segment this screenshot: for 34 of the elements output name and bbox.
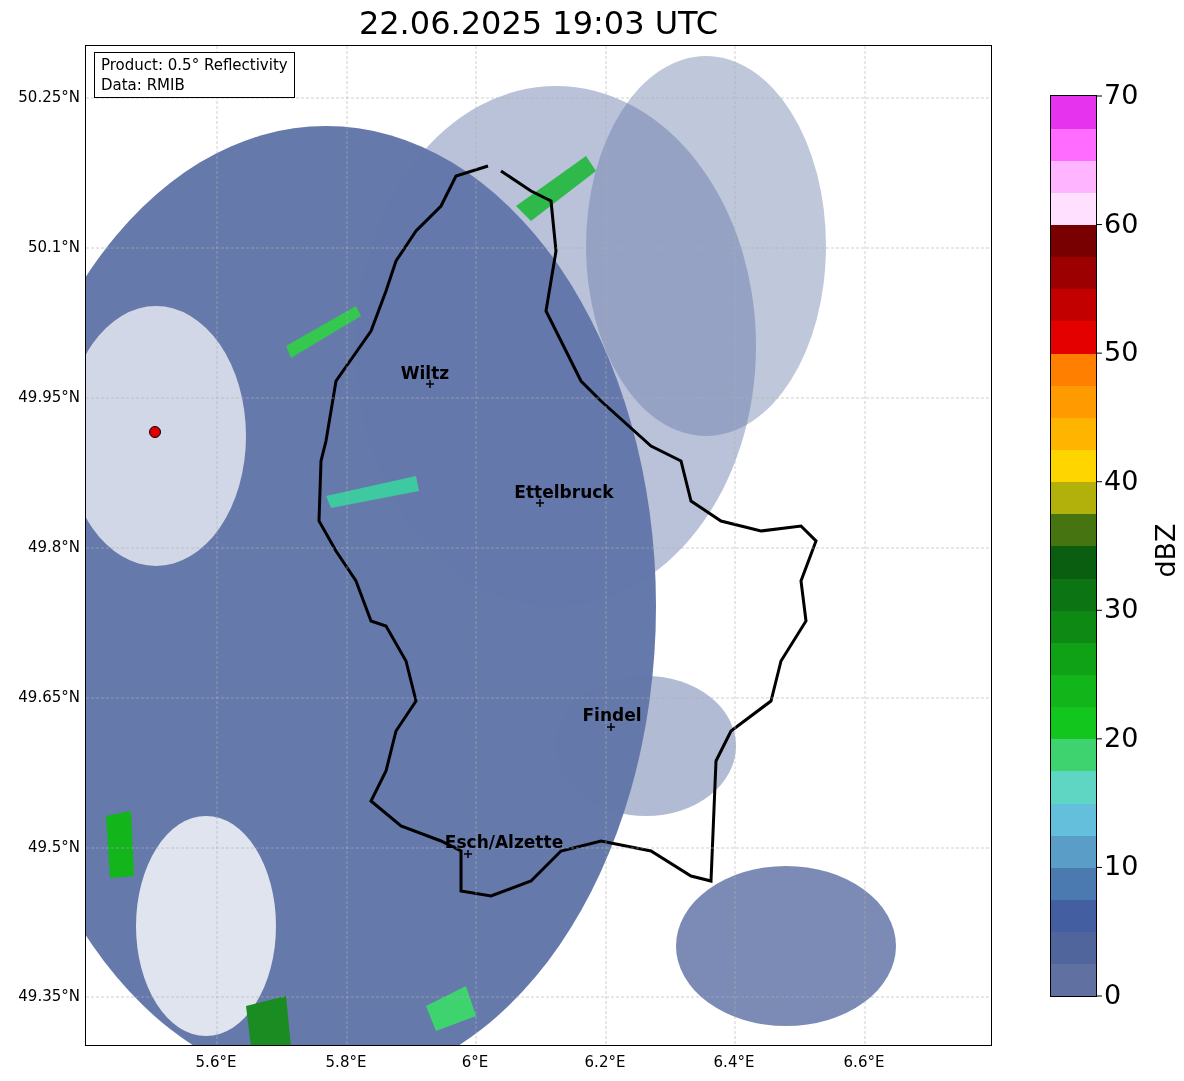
latitude-tick-label: 50.1°N bbox=[27, 238, 80, 256]
colorbar-tick-label: 0 bbox=[1104, 978, 1122, 1012]
city-label: Wiltz bbox=[400, 363, 450, 383]
colorbar-tick-label: 10 bbox=[1104, 849, 1139, 884]
longitude-tick-label: 5.6°E bbox=[195, 1053, 237, 1071]
city-marker-icon bbox=[536, 499, 544, 507]
city-marker-icon bbox=[607, 723, 615, 731]
city-label: Ettelbruck bbox=[514, 482, 614, 502]
longitude-tick-label: 6.4°E bbox=[713, 1053, 755, 1071]
latitude-tick-label: 50.25°N bbox=[18, 88, 80, 106]
colorbar-tick-label: 60 bbox=[1104, 206, 1139, 241]
longitude-tick-label: 6.6°E bbox=[843, 1053, 885, 1071]
city-label: Esch/Alzette bbox=[444, 832, 564, 852]
info-text: Product: 0.5° Reflectivity bbox=[101, 55, 288, 75]
colorbar-tick-label: 70 bbox=[1104, 78, 1139, 112]
latitude-tick-label: 49.95°N bbox=[18, 388, 80, 406]
city-label: Findel bbox=[582, 705, 642, 725]
colorbar-label: dBZ bbox=[1149, 523, 1181, 578]
colorbar-tick-label: 50 bbox=[1104, 335, 1139, 370]
city-marker-icon bbox=[464, 850, 472, 858]
colorbar-tick-label: 30 bbox=[1104, 592, 1139, 627]
city-marker-icon bbox=[426, 380, 434, 388]
chart-title: 22.06.2025 19:03 UTC bbox=[357, 4, 720, 42]
longitude-tick-label: 6°E bbox=[461, 1053, 489, 1071]
latitude-tick-label: 49.8°N bbox=[27, 538, 80, 556]
colorbar-tick-label: 20 bbox=[1104, 720, 1139, 755]
info-text: Data: RMIB bbox=[101, 75, 186, 95]
longitude-tick-label: 5.8°E bbox=[325, 1053, 367, 1071]
colorbar-tick-label: 40 bbox=[1104, 463, 1139, 498]
latitude-tick-label: 49.35°N bbox=[18, 987, 80, 1005]
radar-site-icon bbox=[148, 425, 162, 439]
longitude-tick-label: 6.2°E bbox=[584, 1053, 626, 1071]
latitude-tick-label: 49.5°N bbox=[27, 838, 80, 856]
latitude-tick-label: 49.65°N bbox=[18, 688, 80, 706]
